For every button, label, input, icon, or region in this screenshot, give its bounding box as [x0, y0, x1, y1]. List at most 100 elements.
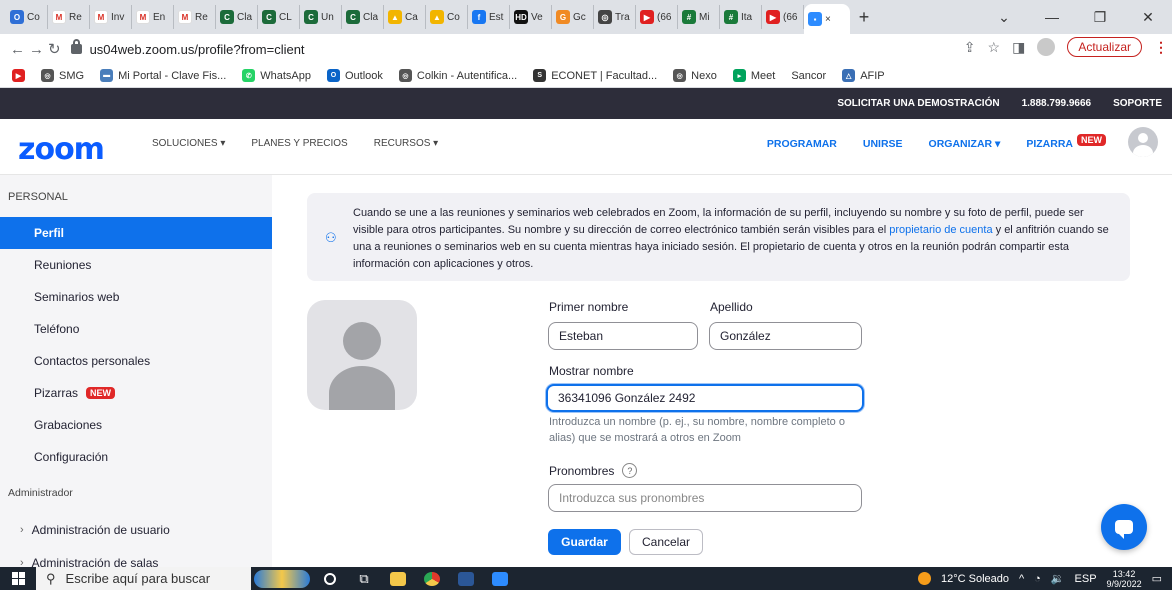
- sidebar-item-phone[interactable]: Teléfono: [0, 313, 272, 345]
- bookmark-item[interactable]: ◎ Nexo: [673, 69, 717, 82]
- taskbar-search[interactable]: ⚲ Escribe aquí para buscar: [36, 567, 251, 590]
- browser-tab[interactable]: ▶ (66: [636, 5, 678, 29]
- sidebar-item-user-management[interactable]: › Administración de usuario: [0, 513, 272, 546]
- request-demo-link[interactable]: SOLICITAR UNA DEMOSTRACIÓN: [837, 98, 999, 109]
- last-name-field[interactable]: González: [709, 322, 862, 350]
- nav-resources[interactable]: RECURSOS ▾: [374, 138, 438, 149]
- word-icon[interactable]: [449, 567, 483, 590]
- user-avatar[interactable]: [1128, 127, 1158, 157]
- browser-tab[interactable]: G Gc: [552, 5, 594, 29]
- account-owner-link[interactable]: propietario de cuenta: [889, 224, 992, 236]
- clock[interactable]: 13:42 9/9/2022: [1107, 569, 1142, 589]
- bookmark-item[interactable]: ✆ WhatsApp: [242, 69, 311, 82]
- menu-kebab-icon[interactable]: ⋮: [1154, 39, 1168, 56]
- pronouns-input[interactable]: Introduzca sus pronombres: [548, 484, 862, 512]
- browser-tab[interactable]: HD Ve: [510, 5, 552, 29]
- browser-tab[interactable]: M Re: [48, 5, 90, 29]
- language-indicator[interactable]: ESP: [1075, 573, 1097, 585]
- weather-text[interactable]: 12°C Soleado: [941, 573, 1009, 585]
- chrome-icon[interactable]: [415, 567, 449, 590]
- first-name-field[interactable]: Esteban: [548, 322, 698, 350]
- new-tab-button[interactable]: +: [850, 7, 878, 28]
- zoom-logo[interactable]: zoom: [18, 132, 105, 167]
- nav-whiteboard[interactable]: PIZARRA NEW: [1026, 134, 1106, 150]
- nav-schedule[interactable]: PROGRAMAR: [767, 138, 837, 150]
- bookmark-item[interactable]: ▸ Meet: [732, 69, 775, 82]
- browser-tab[interactable]: C Cla: [216, 5, 258, 29]
- browser-tab[interactable]: ▲ Ca: [384, 5, 426, 29]
- browser-tab[interactable]: M En: [132, 5, 174, 29]
- tab-close-icon[interactable]: ×: [825, 14, 831, 25]
- nav-plans-pricing[interactable]: PLANES Y PRECIOS: [251, 138, 347, 149]
- share-icon[interactable]: ⇪: [964, 39, 976, 56]
- nav-join[interactable]: UNIRSE: [863, 138, 903, 150]
- browser-tab-active[interactable]: ▪ ×: [804, 4, 850, 34]
- notifications-icon[interactable]: ▭: [1152, 572, 1162, 585]
- side-panel-icon[interactable]: ◨: [1012, 39, 1025, 56]
- browser-tab[interactable]: ▶ (66: [762, 5, 804, 29]
- sidebar-item-webinars[interactable]: Seminarios web: [0, 281, 272, 313]
- browser-tab[interactable]: ▲ Co: [426, 5, 468, 29]
- browser-tab[interactable]: M Re: [174, 5, 216, 29]
- profile-photo[interactable]: [307, 300, 417, 410]
- forward-icon[interactable]: →: [29, 41, 44, 58]
- task-view-icon[interactable]: ⧉: [347, 567, 381, 590]
- browser-tab[interactable]: C Un: [300, 5, 342, 29]
- cortana-icon[interactable]: [313, 567, 347, 590]
- bookmark-item[interactable]: △ AFIP: [842, 69, 885, 82]
- chat-bubble-icon: [1115, 520, 1133, 539]
- bookmark-item[interactable]: ▶: [12, 69, 25, 82]
- display-name-label: Mostrar nombre: [549, 364, 634, 378]
- browser-tab[interactable]: ◎ Tra: [594, 5, 636, 29]
- tab-favicon-icon: ▲: [430, 10, 444, 24]
- sidebar-item-settings[interactable]: Configuración: [0, 441, 272, 473]
- taskbar-widget-image[interactable]: [251, 567, 313, 590]
- sidebar-item-room-management[interactable]: › Administración de salas: [0, 546, 272, 568]
- zoom-app-icon[interactable]: [483, 567, 517, 590]
- tab-favicon-icon: ◎: [598, 10, 612, 24]
- browser-tab[interactable]: O Co: [6, 5, 48, 29]
- help-question-icon[interactable]: ?: [622, 463, 638, 478]
- nav-solutions[interactable]: SOLUCIONES ▾: [152, 138, 225, 149]
- bookmark-item[interactable]: ◎ Colkin - Autentifica...: [398, 69, 517, 82]
- sidebar-item-recordings[interactable]: Grabaciones: [0, 409, 272, 441]
- sidebar-item-meetings[interactable]: Reuniones: [0, 249, 272, 281]
- browser-tab[interactable]: f Est: [468, 5, 510, 29]
- volume-icon[interactable]: 🔉: [1051, 572, 1065, 585]
- display-name-field[interactable]: 36341096 González 2492: [546, 384, 864, 412]
- bookmark-item[interactable]: ◎ SMG: [41, 69, 84, 82]
- file-explorer-icon[interactable]: [381, 567, 415, 590]
- tab-title: Mi: [699, 11, 710, 23]
- windows-start-icon[interactable]: [0, 572, 36, 585]
- bookmark-star-icon[interactable]: ☆: [988, 39, 1001, 56]
- bookmark-item[interactable]: S ECONET | Facultad...: [533, 69, 657, 82]
- back-icon[interactable]: ←: [10, 41, 25, 58]
- update-button[interactable]: Actualizar: [1067, 37, 1142, 57]
- sidebar-item-whiteboards[interactable]: Pizarras NEW: [0, 377, 272, 409]
- minimize-button[interactable]: —: [1028, 9, 1076, 25]
- phone-number[interactable]: 1.888.799.9666: [1022, 98, 1092, 109]
- tray-chevron-icon[interactable]: ^: [1019, 573, 1024, 585]
- sidebar-item-profile[interactable]: Perfil: [0, 217, 272, 249]
- bookmark-item[interactable]: O Outlook: [327, 69, 383, 82]
- browser-tab[interactable]: C CL: [258, 5, 300, 29]
- browser-tab[interactable]: # Mi: [678, 5, 720, 29]
- restore-button[interactable]: ❐: [1076, 9, 1124, 26]
- bookmark-item[interactable]: Sancor: [791, 70, 826, 82]
- chat-support-button[interactable]: [1101, 504, 1147, 550]
- nav-host[interactable]: ORGANIZAR ▾: [929, 138, 1001, 150]
- tab-search-icon[interactable]: ⌄: [980, 9, 1028, 26]
- support-link[interactable]: SOPORTE: [1113, 98, 1162, 109]
- profile-avatar-icon[interactable]: [1037, 38, 1056, 56]
- network-icon[interactable]: ◔: [1034, 573, 1041, 585]
- browser-tab[interactable]: C Cla: [342, 5, 384, 29]
- bookmark-item[interactable]: ▬ Mi Portal - Clave Fis...: [100, 69, 226, 82]
- browser-tab[interactable]: M Inv: [90, 5, 132, 29]
- sidebar-item-contacts[interactable]: Contactos personales: [0, 345, 272, 377]
- cancel-button[interactable]: Cancelar: [629, 529, 703, 555]
- bookmark-favicon-icon: ◎: [398, 69, 412, 82]
- browser-tab[interactable]: # Ita: [720, 5, 762, 29]
- close-window-button[interactable]: ✕: [1124, 9, 1172, 26]
- reload-icon[interactable]: ↻: [48, 40, 61, 58]
- save-button[interactable]: Guardar: [548, 529, 621, 555]
